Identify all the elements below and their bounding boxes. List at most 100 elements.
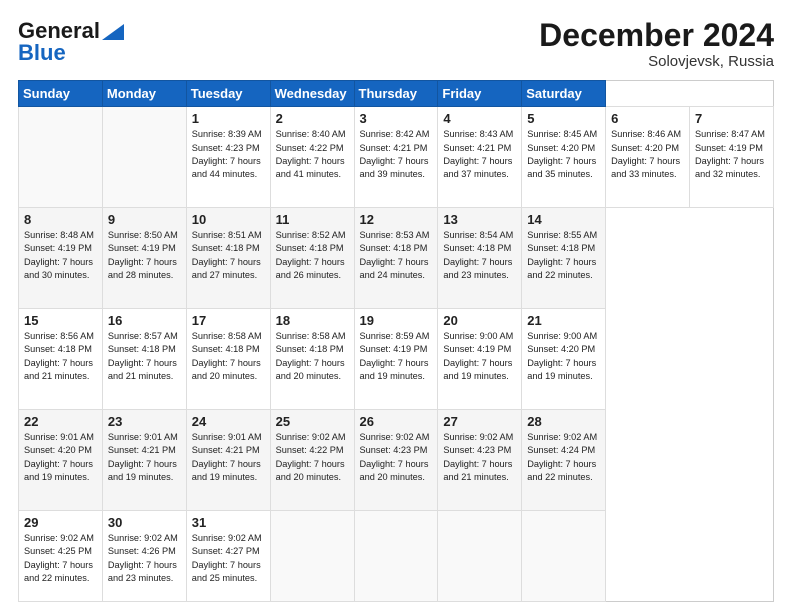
day-number: 2 (276, 111, 349, 126)
day-info: Sunrise: 8:59 AMSunset: 4:19 PMDaylight:… (360, 330, 433, 383)
logo-blue: Blue (18, 40, 66, 66)
day-cell-12: 12 Sunrise: 8:53 AMSunset: 4:18 PMDayligh… (354, 208, 438, 309)
day-cell-11: 11 Sunrise: 8:52 AMSunset: 4:18 PMDayligh… (270, 208, 354, 309)
day-number: 15 (24, 313, 97, 328)
day-info: Sunrise: 9:00 AMSunset: 4:20 PMDaylight:… (527, 330, 600, 383)
day-number: 12 (360, 212, 433, 227)
day-info: Sunrise: 8:57 AMSunset: 4:18 PMDaylight:… (108, 330, 181, 383)
day-number: 26 (360, 414, 433, 429)
day-number: 14 (527, 212, 600, 227)
day-cell-28: 28 Sunrise: 9:02 AMSunset: 4:24 PMDayligh… (522, 410, 606, 511)
day-number: 30 (108, 515, 181, 530)
day-cell-6: 6Sunrise: 8:46 AMSunset: 4:20 PMDaylight… (606, 107, 690, 208)
day-cell-16: 16 Sunrise: 8:57 AMSunset: 4:18 PMDayligh… (102, 309, 186, 410)
page: General Blue December 2024 Solovjevsk, R… (0, 0, 792, 612)
day-number: 20 (443, 313, 516, 328)
day-info: Sunrise: 9:01 AMSunset: 4:20 PMDaylight:… (24, 431, 97, 484)
day-info: Sunrise: 8:40 AMSunset: 4:22 PMDaylight:… (276, 128, 349, 181)
day-cell-19: 19 Sunrise: 8:59 AMSunset: 4:19 PMDayligh… (354, 309, 438, 410)
day-cell-26: 26 Sunrise: 9:02 AMSunset: 4:23 PMDayligh… (354, 410, 438, 511)
empty-cell (19, 107, 103, 208)
day-info: Sunrise: 9:01 AMSunset: 4:21 PMDaylight:… (192, 431, 265, 484)
header: General Blue December 2024 Solovjevsk, R… (18, 18, 774, 70)
day-number: 4 (443, 111, 516, 126)
weekday-header-monday: Monday (102, 81, 186, 107)
day-number: 10 (192, 212, 265, 227)
day-cell-8: 8 Sunrise: 8:48 AMSunset: 4:19 PMDaylight… (19, 208, 103, 309)
day-cell-3: 3 Sunrise: 8:42 AMSunset: 4:21 PMDaylight… (354, 107, 438, 208)
day-number: 11 (276, 212, 349, 227)
day-cell-23: 23Sunrise: 9:01 AMSunset: 4:21 PMDayligh… (102, 410, 186, 511)
day-cell-7: 7Sunrise: 8:47 AMSunset: 4:19 PMDaylight… (690, 107, 774, 208)
day-info: Sunrise: 8:56 AMSunset: 4:18 PMDaylight:… (24, 330, 97, 383)
empty-cell (270, 510, 354, 601)
title-area: December 2024 Solovjevsk, Russia (539, 18, 774, 70)
day-cell-1: 1 Sunrise: 8:39 AMSunset: 4:23 PMDaylight… (186, 107, 270, 208)
day-cell-17: 17Sunrise: 8:58 AMSunset: 4:18 PMDayligh… (186, 309, 270, 410)
day-cell-14: 14 Sunrise: 8:55 AMSunset: 4:18 PMDayligh… (522, 208, 606, 309)
day-cell-24: 24 Sunrise: 9:01 AMSunset: 4:21 PMDayligh… (186, 410, 270, 511)
subtitle: Solovjevsk, Russia (539, 53, 774, 70)
logo: General Blue (18, 18, 124, 66)
day-cell-21: 21 Sunrise: 9:00 AMSunset: 4:20 PMDayligh… (522, 309, 606, 410)
day-number: 16 (108, 313, 181, 328)
header-row: SundayMondayTuesdayWednesdayThursdayFrid… (19, 81, 774, 107)
weekday-header-sunday: Sunday (19, 81, 103, 107)
day-cell-10: 10 Sunrise: 8:51 AMSunset: 4:18 PMDayligh… (186, 208, 270, 309)
day-number: 31 (192, 515, 265, 530)
day-info: Sunrise: 9:00 AMSunset: 4:19 PMDaylight:… (443, 330, 516, 383)
weekday-header-friday: Friday (438, 81, 522, 107)
day-info: Sunrise: 8:42 AMSunset: 4:21 PMDaylight:… (360, 128, 433, 181)
day-info: Sunrise: 8:45 AMSunset: 4:20 PMDaylight:… (527, 128, 600, 181)
day-info: Sunrise: 8:50 AMSunset: 4:19 PMDaylight:… (108, 229, 181, 282)
day-info: Sunrise: 9:02 AMSunset: 4:23 PMDaylight:… (360, 431, 433, 484)
day-info: Sunrise: 8:39 AMSunset: 4:23 PMDaylight:… (192, 128, 265, 181)
day-info: Sunrise: 8:43 AMSunset: 4:21 PMDaylight:… (443, 128, 516, 181)
day-cell-15: 15 Sunrise: 8:56 AMSunset: 4:18 PMDayligh… (19, 309, 103, 410)
day-cell-2: 2 Sunrise: 8:40 AMSunset: 4:22 PMDaylight… (270, 107, 354, 208)
day-cell-30: 30 Sunrise: 9:02 AMSunset: 4:26 PMDayligh… (102, 510, 186, 601)
day-cell-13: 13Sunrise: 8:54 AMSunset: 4:18 PMDayligh… (438, 208, 522, 309)
day-number: 19 (360, 313, 433, 328)
day-info: Sunrise: 8:48 AMSunset: 4:19 PMDaylight:… (24, 229, 97, 282)
weekday-header-tuesday: Tuesday (186, 81, 270, 107)
day-number: 9 (108, 212, 181, 227)
day-number: 28 (527, 414, 600, 429)
day-info: Sunrise: 8:46 AMSunset: 4:20 PMDaylight:… (611, 128, 684, 181)
day-cell-29: 29 Sunrise: 9:02 AMSunset: 4:25 PMDayligh… (19, 510, 103, 601)
empty-cell (438, 510, 522, 601)
day-number: 1 (192, 111, 265, 126)
weekday-header-thursday: Thursday (354, 81, 438, 107)
day-cell-25: 25Sunrise: 9:02 AMSunset: 4:22 PMDayligh… (270, 410, 354, 511)
day-number: 13 (443, 212, 516, 227)
day-info: Sunrise: 8:55 AMSunset: 4:18 PMDaylight:… (527, 229, 600, 282)
day-info: Sunrise: 9:02 AMSunset: 4:24 PMDaylight:… (527, 431, 600, 484)
logo-icon (102, 24, 124, 40)
day-number: 24 (192, 414, 265, 429)
day-info: Sunrise: 8:51 AMSunset: 4:18 PMDaylight:… (192, 229, 265, 282)
day-number: 8 (24, 212, 97, 227)
day-info: Sunrise: 9:02 AMSunset: 4:22 PMDaylight:… (276, 431, 349, 484)
weekday-header-saturday: Saturday (522, 81, 606, 107)
day-info: Sunrise: 9:02 AMSunset: 4:27 PMDaylight:… (192, 532, 265, 585)
day-number: 27 (443, 414, 516, 429)
day-info: Sunrise: 9:02 AMSunset: 4:25 PMDaylight:… (24, 532, 97, 585)
day-number: 5 (527, 111, 600, 126)
day-number: 3 (360, 111, 433, 126)
day-cell-22: 22 Sunrise: 9:01 AMSunset: 4:20 PMDayligh… (19, 410, 103, 511)
day-number: 29 (24, 515, 97, 530)
day-info: Sunrise: 8:52 AMSunset: 4:18 PMDaylight:… (276, 229, 349, 282)
day-number: 7 (695, 111, 768, 126)
day-cell-18: 18Sunrise: 8:58 AMSunset: 4:18 PMDayligh… (270, 309, 354, 410)
weekday-header-wednesday: Wednesday (270, 81, 354, 107)
day-info: Sunrise: 8:58 AMSunset: 4:18 PMDaylight:… (276, 330, 349, 383)
day-cell-4: 4 Sunrise: 8:43 AMSunset: 4:21 PMDaylight… (438, 107, 522, 208)
empty-cell (354, 510, 438, 601)
day-info: Sunrise: 8:53 AMSunset: 4:18 PMDaylight:… (360, 229, 433, 282)
month-title: December 2024 (539, 18, 774, 53)
day-cell-31: 31 Sunrise: 9:02 AMSunset: 4:27 PMDayligh… (186, 510, 270, 601)
day-number: 22 (24, 414, 97, 429)
day-info: Sunrise: 8:58 AMSunset: 4:18 PMDaylight:… (192, 330, 265, 383)
day-number: 21 (527, 313, 600, 328)
day-info: Sunrise: 9:02 AMSunset: 4:26 PMDaylight:… (108, 532, 181, 585)
